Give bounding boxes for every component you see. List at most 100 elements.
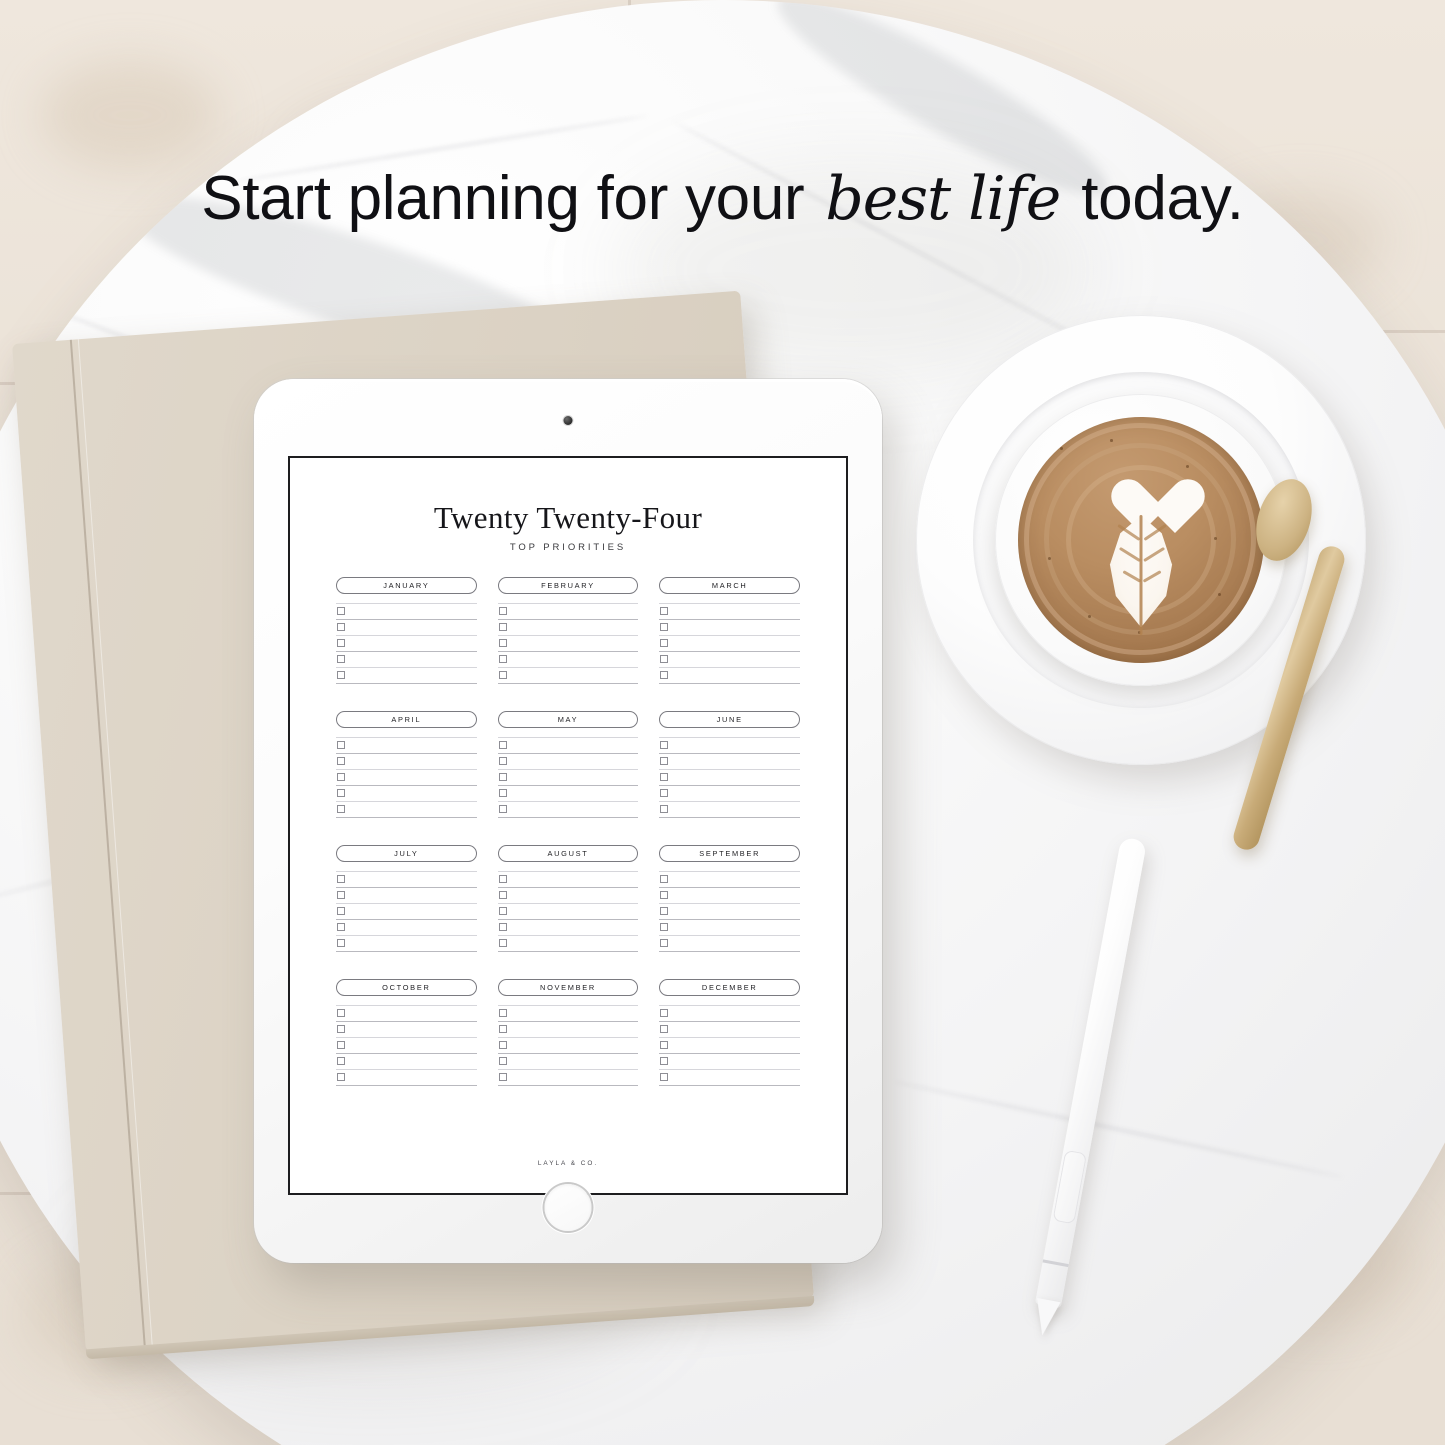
checkbox-icon[interactable] (337, 1073, 345, 1082)
checkbox-icon[interactable] (660, 805, 669, 814)
priority-row[interactable] (498, 770, 639, 785)
checkbox-icon[interactable] (660, 1009, 669, 1018)
checkbox-icon[interactable] (498, 1025, 507, 1034)
checkbox-icon[interactable] (337, 623, 345, 632)
priority-row[interactable] (498, 1006, 639, 1021)
priority-row[interactable] (498, 936, 639, 951)
priority-row[interactable] (659, 620, 800, 635)
priority-row[interactable] (336, 770, 477, 785)
checkbox-icon[interactable] (337, 805, 345, 814)
checkbox-icon[interactable] (498, 773, 507, 782)
checkbox-icon[interactable] (337, 891, 345, 900)
checkbox-icon[interactable] (660, 875, 669, 884)
checkbox-icon[interactable] (660, 939, 669, 948)
priority-row[interactable] (498, 738, 639, 753)
checkbox-icon[interactable] (660, 789, 669, 798)
checkbox-icon[interactable] (337, 773, 345, 782)
checkbox-icon[interactable] (337, 757, 345, 766)
checkbox-icon[interactable] (337, 939, 345, 948)
month-label-pill[interactable]: JUNE (659, 710, 800, 728)
priority-row[interactable] (659, 770, 800, 785)
priority-row[interactable] (336, 786, 477, 801)
month-label-pill[interactable]: NOVEMBER (497, 978, 639, 996)
priority-row[interactable] (659, 1070, 800, 1085)
checkbox-icon[interactable] (498, 789, 507, 798)
priority-row[interactable] (659, 920, 800, 935)
checkbox-icon[interactable] (660, 773, 669, 782)
checkbox-icon[interactable] (337, 923, 345, 932)
checkbox-icon[interactable] (660, 757, 669, 766)
priority-row[interactable] (336, 1038, 477, 1053)
priority-row[interactable] (336, 872, 477, 887)
priority-row[interactable] (336, 904, 477, 919)
priority-row[interactable] (659, 738, 800, 753)
priority-row[interactable] (498, 754, 639, 769)
priority-row[interactable] (336, 604, 477, 619)
checkbox-icon[interactable] (498, 907, 507, 916)
priority-row[interactable] (336, 1070, 477, 1085)
priority-row[interactable] (336, 636, 477, 651)
priority-row[interactable] (498, 1022, 639, 1037)
checkbox-icon[interactable] (660, 1073, 669, 1082)
priority-row[interactable] (336, 652, 477, 667)
priority-row[interactable] (659, 872, 800, 887)
priority-row[interactable] (336, 754, 477, 769)
priority-row[interactable] (498, 604, 639, 619)
priority-row[interactable] (336, 888, 477, 903)
checkbox-icon[interactable] (660, 907, 669, 916)
priority-row[interactable] (659, 1022, 800, 1037)
checkbox-icon[interactable] (337, 907, 345, 916)
priority-row[interactable] (498, 1070, 639, 1085)
priority-row[interactable] (498, 888, 639, 903)
priority-row[interactable] (659, 636, 800, 651)
month-label-pill[interactable]: DECEMBER (659, 978, 800, 996)
priority-row[interactable] (498, 802, 639, 817)
checkbox-icon[interactable] (660, 741, 669, 750)
priority-row[interactable] (659, 1038, 800, 1053)
checkbox-icon[interactable] (498, 757, 507, 766)
checkbox-icon[interactable] (498, 891, 507, 900)
tablet-device[interactable]: Twenty Twenty-Four TOP PRIORITIES JANUAR… (254, 379, 882, 1263)
priority-row[interactable] (336, 1006, 477, 1021)
priority-row[interactable] (498, 1054, 639, 1069)
checkbox-icon[interactable] (660, 623, 669, 632)
checkbox-icon[interactable] (498, 1009, 507, 1018)
checkbox-icon[interactable] (498, 655, 507, 664)
home-button[interactable] (544, 1184, 592, 1231)
checkbox-icon[interactable] (498, 741, 507, 750)
priority-row[interactable] (659, 802, 800, 817)
priority-row[interactable] (498, 904, 639, 919)
priority-row[interactable] (659, 1054, 800, 1069)
checkbox-icon[interactable] (337, 1057, 345, 1066)
checkbox-icon[interactable] (498, 1073, 507, 1082)
checkbox-icon[interactable] (498, 1057, 507, 1066)
priority-row[interactable] (336, 620, 477, 635)
checkbox-icon[interactable] (498, 1041, 507, 1050)
priority-row[interactable] (498, 620, 639, 635)
month-label-pill[interactable]: JANUARY (336, 576, 477, 594)
month-label-pill[interactable]: AUGUST (497, 844, 639, 862)
checkbox-icon[interactable] (337, 789, 345, 798)
checkbox-icon[interactable] (660, 655, 669, 664)
priority-row[interactable] (659, 652, 800, 667)
checkbox-icon[interactable] (498, 671, 507, 680)
priority-row[interactable] (498, 1038, 639, 1053)
priority-row[interactable] (498, 872, 639, 887)
checkbox-icon[interactable] (498, 805, 507, 814)
priority-row[interactable] (659, 1006, 800, 1021)
checkbox-icon[interactable] (337, 741, 345, 750)
priority-row[interactable] (659, 786, 800, 801)
month-label-pill[interactable]: JULY (336, 844, 477, 862)
checkbox-icon[interactable] (660, 607, 669, 616)
month-label-pill[interactable]: OCTOBER (336, 978, 477, 996)
checkbox-icon[interactable] (498, 923, 507, 932)
checkbox-icon[interactable] (660, 1041, 669, 1050)
checkbox-icon[interactable] (660, 923, 669, 932)
month-label-pill[interactable]: SEPTEMBER (659, 844, 800, 862)
checkbox-icon[interactable] (660, 1057, 669, 1066)
priority-row[interactable] (336, 1054, 477, 1069)
priority-row[interactable] (498, 652, 639, 667)
priority-row[interactable] (498, 668, 639, 683)
month-label-pill[interactable]: MAY (497, 710, 639, 728)
month-label-pill[interactable]: MARCH (659, 576, 800, 594)
